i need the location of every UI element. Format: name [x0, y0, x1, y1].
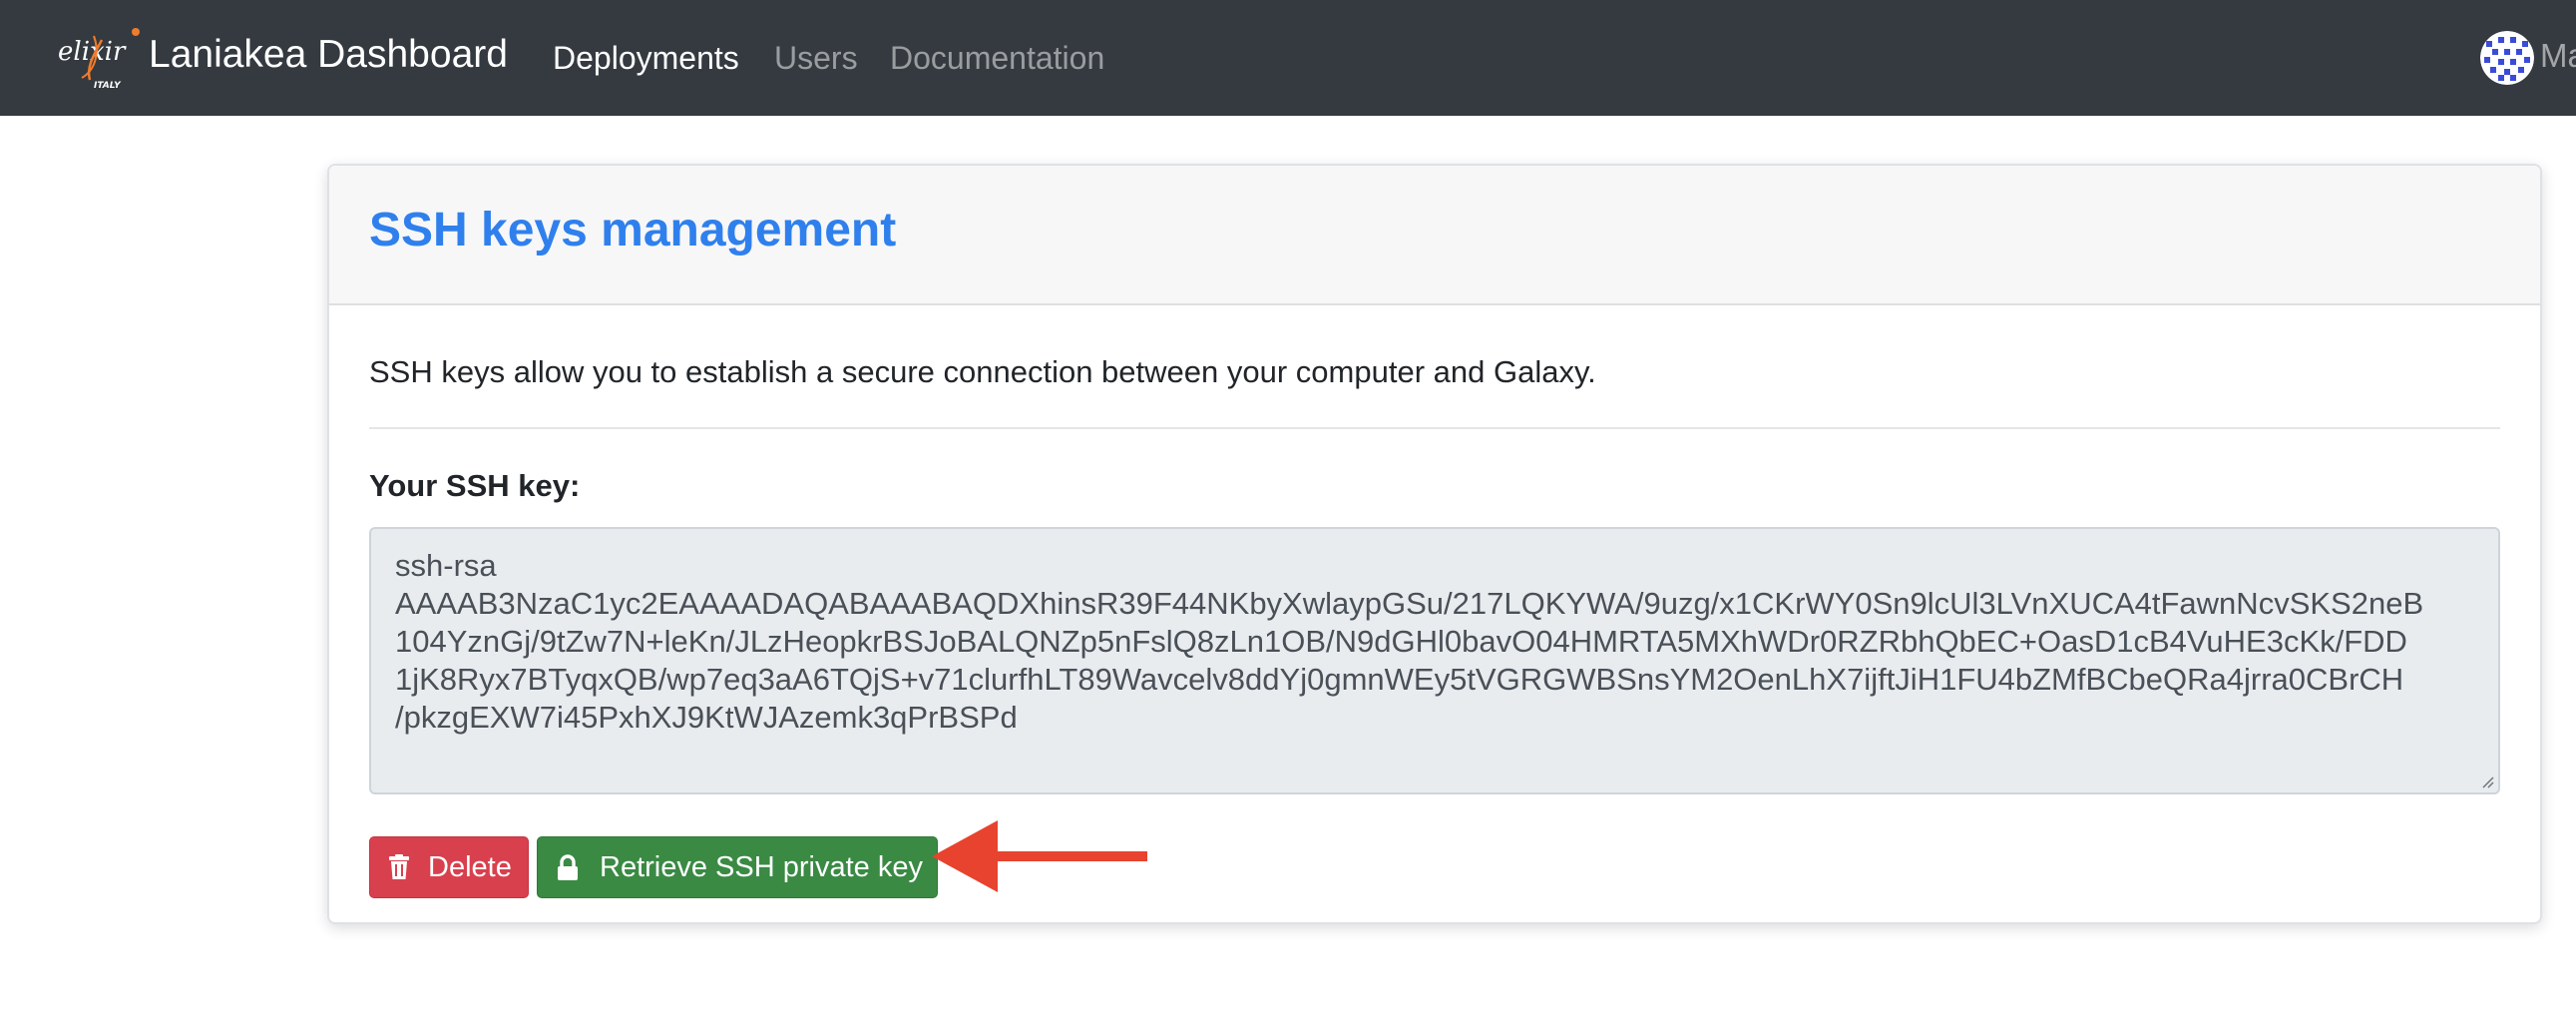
ssh-key-line: /pkzgEXW7i45PxhXJ9KtWJAzemk3qPrBSPd [395, 700, 1018, 735]
ssh-keys-card: SSH keys management SSH keys allow you t… [327, 164, 2542, 924]
intro-text: SSH keys allow you to establish a secure… [369, 354, 1596, 389]
trash-icon [388, 854, 410, 880]
card-header: SSH keys management [329, 166, 2540, 305]
retrieve-ssh-key-button[interactable]: Retrieve SSH private key [537, 836, 938, 898]
elixir-italy-logo[interactable]: elixir ITALY [56, 22, 146, 92]
annotation-arrow-icon [932, 820, 1147, 892]
divider [369, 427, 2500, 429]
top-navbar: elixir ITALY Laniakea Dashboard Deployme… [0, 0, 2576, 116]
nav-users[interactable]: Users [774, 36, 858, 80]
brand-title[interactable]: Laniakea Dashboard [149, 29, 508, 81]
resize-grip-icon[interactable] [2478, 773, 2494, 788]
ssh-key-line: AAAAB3NzaC1yc2EAAAADAQABAAABAQDXhinsR39F… [395, 586, 2424, 621]
avatar-icon[interactable] [2480, 31, 2534, 85]
ssh-key-line: ssh-rsa [395, 548, 497, 583]
delete-label: Delete [428, 850, 512, 883]
nav-deployments[interactable]: Deployments [553, 36, 739, 80]
nav-documentation[interactable]: Documentation [890, 36, 1104, 80]
delete-button[interactable]: Delete [369, 836, 529, 898]
ssh-key-line: 104YznGj/9tZw7N+leKn/JLzHeopkrBSJoBALQNZ… [395, 624, 2407, 659]
lock-icon [554, 853, 582, 881]
ssh-key-label: Your SSH key: [369, 468, 581, 503]
svg-text:elixir: elixir [58, 37, 127, 67]
retrieve-label: Retrieve SSH private key [600, 850, 923, 883]
page-title: SSH keys management [369, 204, 897, 257]
user-name[interactable]: Ma [2540, 34, 2576, 78]
ssh-key-textarea[interactable]: ssh-rsa AAAAB3NzaC1yc2EAAAADAQABAAABAQDX… [369, 527, 2500, 794]
ssh-key-line: 1jK8Ryx7BTyqxQB/wp7eq3aA6TQjS+v71clurfhL… [395, 662, 2404, 697]
svg-text:ITALY: ITALY [94, 81, 122, 91]
